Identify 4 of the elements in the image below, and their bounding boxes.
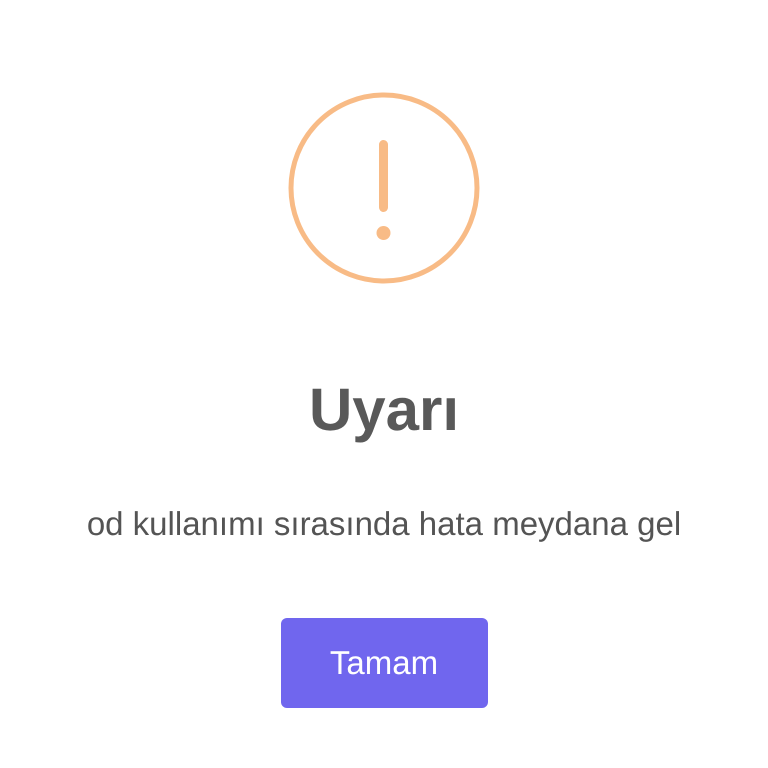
dialog-title: Uyarı	[308, 375, 460, 445]
ok-button[interactable]: Tamam	[280, 618, 488, 708]
exclamation-circle-icon	[286, 90, 482, 286]
dialog-message: od kullanımı sırasında hata meydana gel	[86, 504, 682, 544]
